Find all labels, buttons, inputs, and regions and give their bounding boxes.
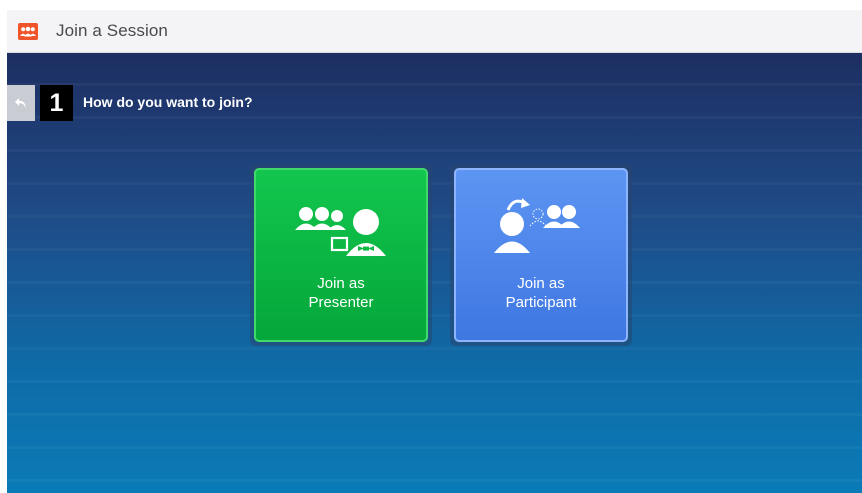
participant-label-line2: Participant (505, 294, 577, 311)
back-arrow-icon (15, 98, 26, 108)
join-session-stage: 1 How do you want to join? Join as Prese… (7, 53, 862, 493)
back-button[interactable] (7, 85, 35, 121)
presenter-label-line1: Join as (317, 275, 365, 292)
background-stripes (7, 53, 862, 493)
participant-label-line1: Join as (517, 275, 565, 292)
participant-label: Join as Participant (456, 274, 626, 312)
people-group-icon (18, 22, 38, 40)
join-as-presenter-button[interactable]: Join as Presenter (254, 168, 428, 342)
presenter-label-line2: Presenter (308, 294, 374, 311)
presenter-option-frame: Join as Presenter (250, 164, 432, 346)
step-question: How do you want to join? (83, 94, 253, 110)
step-number-badge: 1 (40, 85, 73, 121)
title-bar: Join a Session (7, 10, 862, 53)
participant-option-frame: Join as Participant (450, 164, 632, 346)
window-title: Join a Session (56, 21, 168, 40)
presenter-group-icon (295, 207, 386, 256)
presenter-label: Join as Presenter (256, 274, 426, 312)
join-as-participant-button[interactable]: Join as Participant (454, 168, 628, 342)
participant-join-icon (494, 198, 580, 253)
